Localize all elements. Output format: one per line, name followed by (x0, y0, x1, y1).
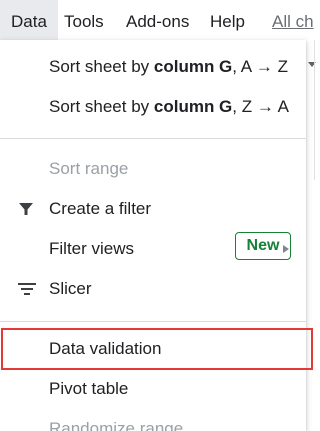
menu-divider (0, 321, 306, 322)
menu-item-label: Filter views (49, 239, 135, 258)
menu-item-pivot-table[interactable]: Pivot table (0, 370, 306, 408)
menu-item-label: Create a filter (49, 199, 152, 218)
menu-item-create-filter[interactable]: Create a filter (0, 190, 306, 228)
menu-item-label: Pivot table (49, 379, 129, 398)
menu-item-randomize-range: Randomize range (0, 410, 306, 431)
menu-item-label: Sort sheet by column G, A → Z (49, 57, 289, 76)
menu-tools[interactable]: Tools (64, 0, 104, 40)
menu-item-sort-sheet-az[interactable]: Sort sheet by column G, A → Z (0, 48, 306, 86)
menu-add-ons[interactable]: Add-ons (126, 0, 189, 40)
menu-item-label: Randomize range (49, 419, 184, 431)
filter-icon (17, 190, 37, 228)
menu-item-sort-range: Sort range (0, 150, 306, 188)
all-changes-link[interactable]: All ch (272, 0, 314, 40)
menu-divider (0, 138, 306, 139)
slicer-icon (17, 270, 37, 308)
menu-bar: Data Tools Add-ons Help All ch (0, 0, 316, 40)
highlight-box (1, 328, 313, 370)
new-badge: New (235, 232, 291, 260)
menu-help[interactable]: Help (210, 0, 245, 40)
menu-item-slicer[interactable]: Slicer (0, 270, 306, 308)
menu-item-sort-sheet-za[interactable]: Sort sheet by column G, Z → A (0, 88, 306, 126)
menu-item-label: Sort sheet by column G, Z → A (49, 97, 289, 116)
divider-line (314, 40, 315, 180)
sheet-edge (306, 40, 316, 431)
menu-data[interactable]: Data (0, 0, 58, 40)
menu-item-label: Sort range (49, 159, 129, 178)
menu-item-label: Slicer (49, 279, 92, 298)
